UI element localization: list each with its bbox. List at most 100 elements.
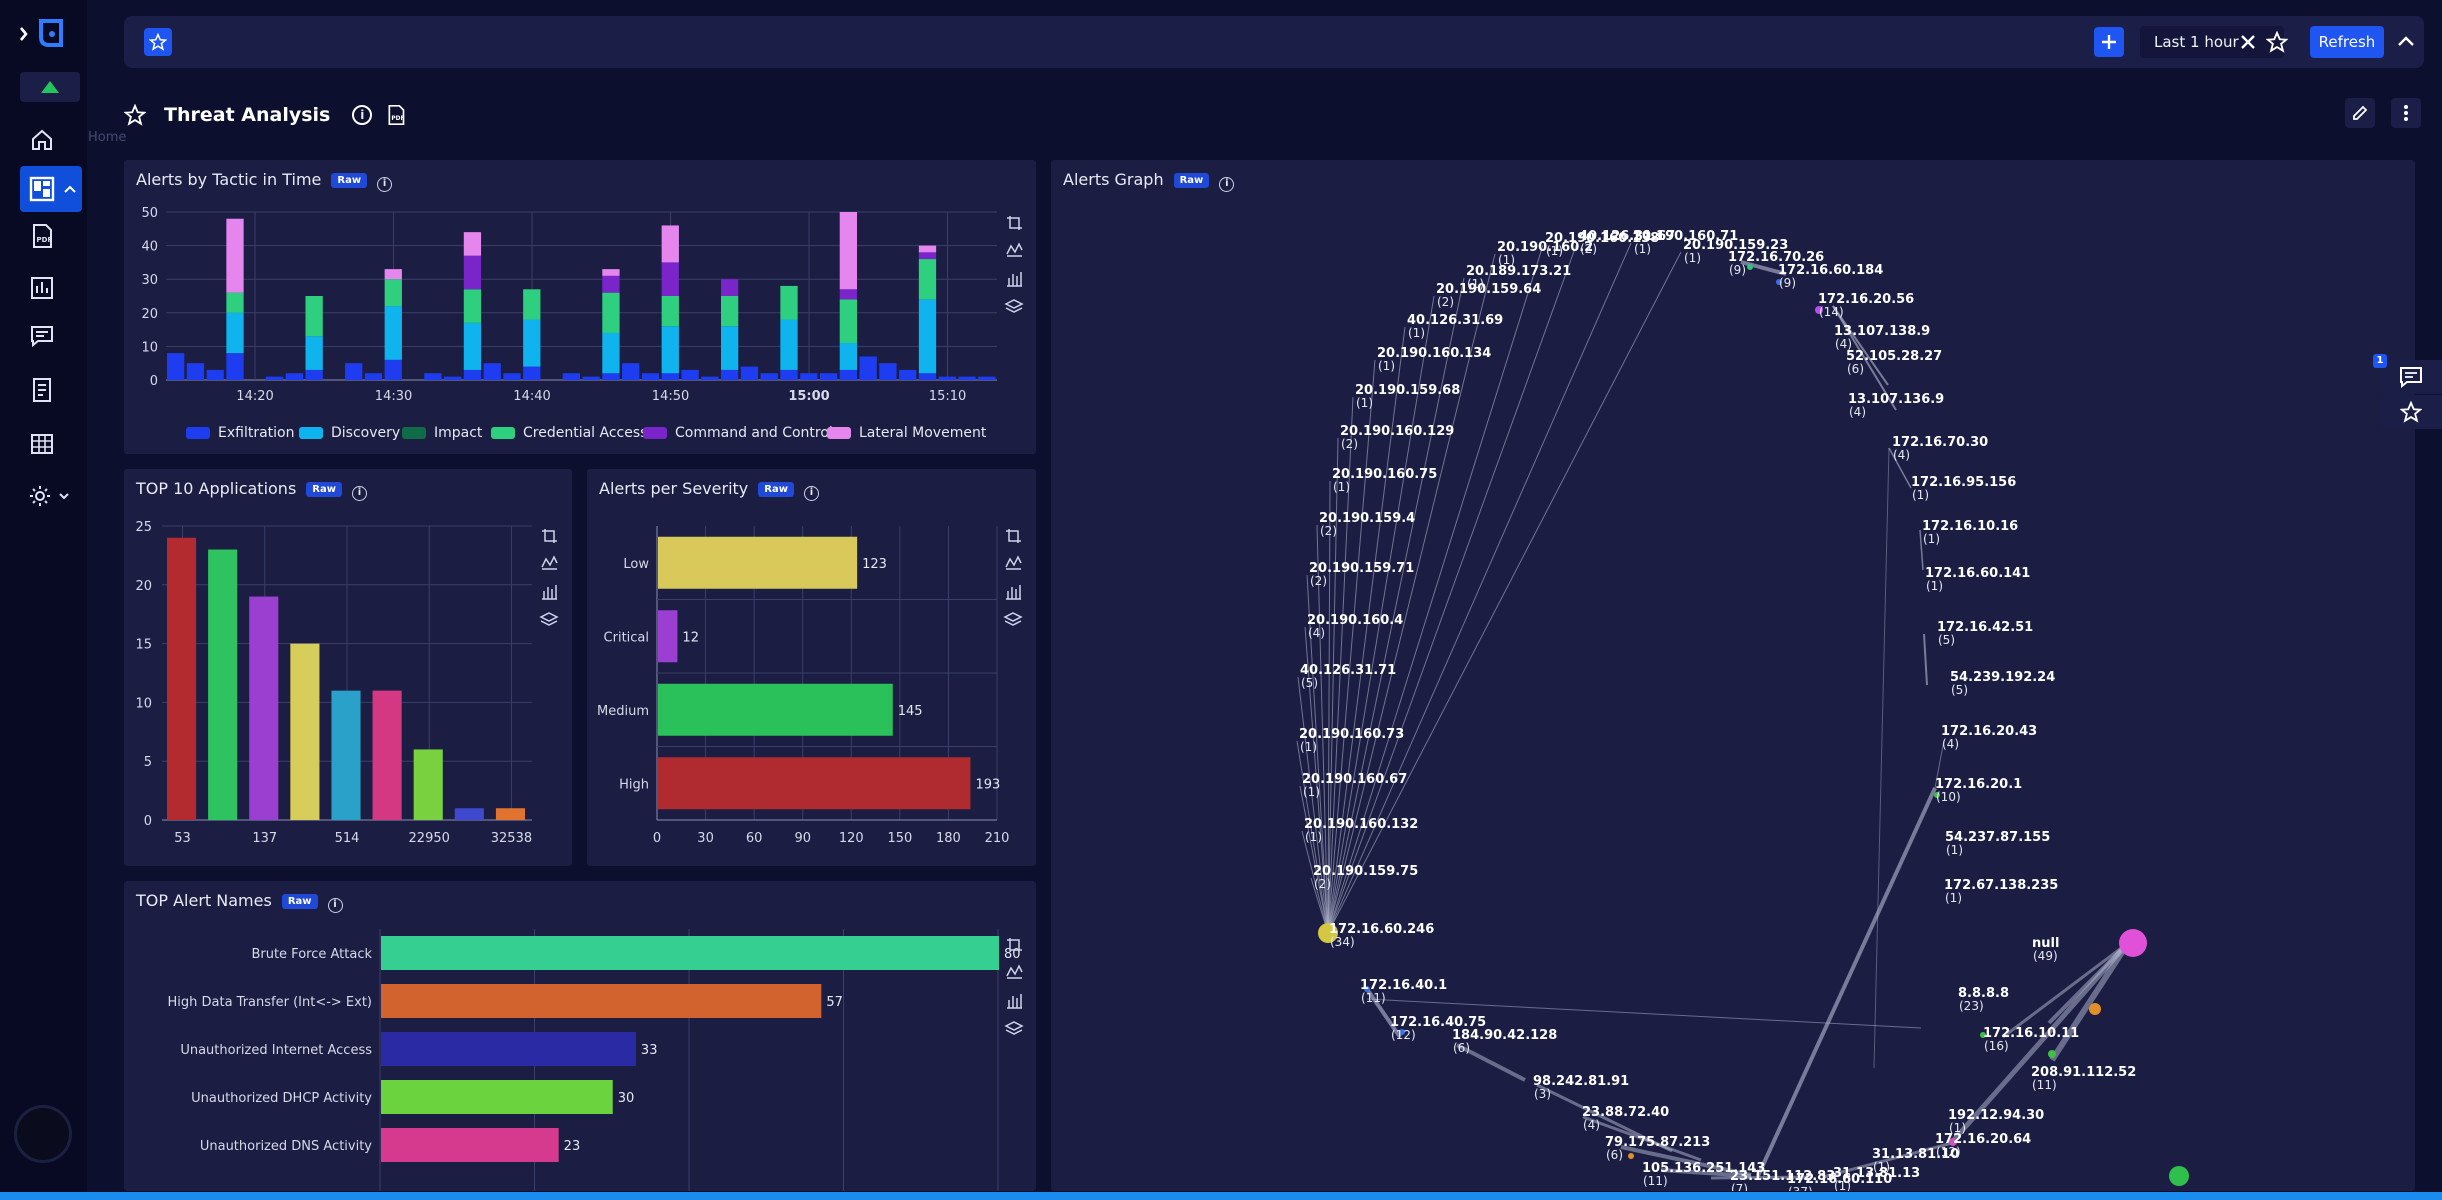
collapse-bar-icon[interactable] xyxy=(2396,32,2416,52)
graph-node-count: (1) xyxy=(1926,579,1943,593)
graph-node-count: (49) xyxy=(2033,949,2058,963)
value-label: 12 xyxy=(682,630,699,645)
graph-edge xyxy=(1327,277,1465,934)
x-tick-label: 120 xyxy=(839,831,864,846)
bar-segment xyxy=(740,366,759,380)
chart-toolbar[interactable] xyxy=(1003,529,1023,626)
graph-node-count: (9) xyxy=(1729,263,1746,277)
bar-segment xyxy=(444,376,462,380)
dashboards-nav-item[interactable] xyxy=(20,166,82,212)
legend-item[interactable]: Lateral Movement xyxy=(827,425,986,441)
alerts-graph[interactable]: 20.190.159.75(2)20.190.160.132(1)20.190.… xyxy=(1051,160,2415,1191)
policies-icon[interactable] xyxy=(26,374,58,406)
add-filter-button[interactable] xyxy=(2094,27,2124,57)
clear-time-range-icon[interactable] xyxy=(2238,32,2258,52)
legend-item[interactable]: Exfiltration xyxy=(186,425,294,441)
bar-segment xyxy=(226,353,244,380)
x-tick-label: 22950 xyxy=(409,831,450,846)
messages-icon[interactable] xyxy=(26,320,58,352)
crop-icon xyxy=(1007,216,1022,230)
search-input[interactable] xyxy=(180,24,2080,60)
favorite-query-button[interactable] xyxy=(144,28,172,56)
bar-segment xyxy=(345,363,363,380)
graph-node-count: (1) xyxy=(1467,277,1484,291)
bar-chart-icon xyxy=(1007,994,1022,1009)
graph-node-count: (5) xyxy=(1938,633,1955,647)
pencil-icon xyxy=(2353,105,2368,120)
bar xyxy=(658,610,678,663)
legend-item[interactable]: Command and Control xyxy=(643,425,833,441)
user-avatar[interactable] xyxy=(14,1105,72,1163)
favorite-time-icon[interactable] xyxy=(2265,30,2289,53)
expand-sidebar-icon[interactable] xyxy=(12,18,72,50)
value-label: 145 xyxy=(898,704,923,719)
analytics-icon[interactable] xyxy=(26,272,58,304)
bar-segment xyxy=(661,326,679,374)
category-label: Unauthorized DNS Activity xyxy=(200,1139,372,1154)
bar-segment xyxy=(463,322,482,370)
y-tick-label: 5 xyxy=(144,755,152,770)
legend-item[interactable]: Discovery xyxy=(299,425,400,441)
bar-segment xyxy=(800,373,818,380)
time-range-picker[interactable]: Last 1 hour xyxy=(2140,26,2284,58)
bar-segment xyxy=(839,299,857,344)
legend-label: Discovery xyxy=(331,425,401,441)
bar-segment xyxy=(721,369,739,380)
value-label: 123 xyxy=(862,557,887,572)
bar-segment xyxy=(186,363,205,380)
x-tick-label: 0 xyxy=(653,831,661,846)
x-tick-label: 32538 xyxy=(491,831,532,846)
sidebar: PDF xyxy=(0,0,87,1200)
bar-segment xyxy=(661,296,679,327)
dashboard-menu-button[interactable] xyxy=(2391,98,2421,128)
bar-segment xyxy=(661,262,679,296)
edit-dashboard-button[interactable] xyxy=(2345,98,2375,128)
comments-dock-button[interactable] xyxy=(2380,360,2442,394)
x-tick-label: 90 xyxy=(794,831,811,846)
favorites-dock-button[interactable] xyxy=(2380,395,2442,429)
graph-node-count: (2) xyxy=(1320,524,1337,538)
favorite-dashboard-icon[interactable] xyxy=(124,104,146,126)
bar-chart-icon xyxy=(542,585,557,600)
bar-segment xyxy=(958,376,976,380)
graph-node-count: (2) xyxy=(1341,437,1358,451)
bar-segment xyxy=(721,296,739,327)
bar-segment xyxy=(978,376,996,380)
bar-segment xyxy=(918,259,937,300)
graph-node-count: (37) xyxy=(1788,1185,1813,1191)
home-icon[interactable] xyxy=(26,124,58,156)
reports-icon[interactable]: PDF xyxy=(26,220,58,252)
star-icon xyxy=(149,33,167,51)
table-icon[interactable] xyxy=(26,428,58,460)
graph-node-count: (4) xyxy=(1893,448,1910,462)
tactic-chart: 0 10 20 30 40 50 14:20 14:30 14:40 14:50 15:00 15:1… xyxy=(141,206,1024,404)
page-info-icon[interactable]: i xyxy=(352,105,373,125)
bar-segment xyxy=(760,373,778,380)
breadcrumb[interactable]: Home xyxy=(88,130,126,145)
chart-toolbar[interactable] xyxy=(1004,216,1024,313)
legend-item[interactable]: Credential Access xyxy=(491,425,647,441)
status-indicator[interactable] xyxy=(20,72,80,102)
legend-swatch xyxy=(299,427,323,439)
svg-text:PDF: PDF xyxy=(392,116,405,122)
settings-icon[interactable] xyxy=(26,480,74,512)
refresh-button[interactable]: Refresh xyxy=(2310,26,2384,58)
plus-icon xyxy=(2102,35,2116,49)
value-label: 30 xyxy=(618,1091,635,1106)
bar xyxy=(658,757,971,810)
bar-segment xyxy=(661,225,679,263)
stack-icon xyxy=(1003,612,1023,626)
x-tick-label: 514 xyxy=(335,831,360,846)
bar-segment xyxy=(918,373,937,380)
category-label: Brute Force Attack xyxy=(251,947,372,962)
bar-segment xyxy=(602,292,620,333)
chart-toolbar[interactable] xyxy=(539,529,559,626)
legend-item[interactable]: Impact xyxy=(402,425,482,441)
graph-node-count: (11) xyxy=(1643,1174,1668,1188)
legend-swatch xyxy=(491,427,515,439)
bar-segment xyxy=(938,376,956,380)
export-pdf-icon[interactable]: PDF xyxy=(386,104,406,126)
x-tick-label: 14:40 xyxy=(513,389,550,404)
category-label: High Data Transfer (Int<-> Ext) xyxy=(167,995,372,1010)
bar-segment xyxy=(602,373,620,380)
